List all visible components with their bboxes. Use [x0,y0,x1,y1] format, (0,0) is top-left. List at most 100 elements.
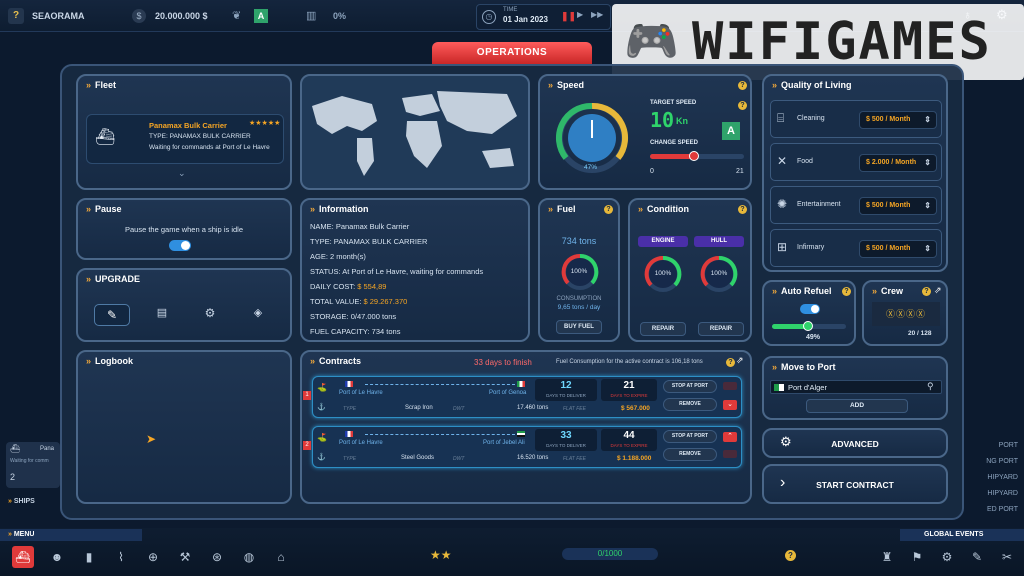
quality-title: » Quality of Living [772,80,852,90]
map-australia [482,148,514,168]
pencil-icon[interactable]: ✎ [94,304,130,326]
side-port-item[interactable]: PORT [968,442,1018,458]
tools-menu-icon[interactable]: ✂ [996,546,1018,568]
world-map [312,91,517,176]
help-button[interactable]: ? [8,8,24,24]
cleaning-icon: ⌸ [777,111,785,125]
speed-panel: » Speed ? 47% TARGET SPEED ? 10 Kn A CHAN… [538,74,752,190]
speed-2-button[interactable]: ▶▶ [591,10,603,19]
contract-number: 2 [303,441,311,450]
move-up-button[interactable]: ⌃ [723,432,737,442]
blueprint-icon[interactable]: ▤ [150,306,174,326]
port-search-input[interactable]: Port d'Alger ⚲ [770,380,942,394]
globe-icon[interactable]: ⊕ [142,546,164,568]
quality-row-cleaning: ⌸ Cleaning $ 500 / Month ⇕ [770,100,942,138]
information-panel: » Information NAME: Panamax Bulk Carrier … [300,198,530,342]
speed-slider-handle[interactable] [689,151,700,161]
auto-refuel-slider[interactable] [772,321,846,331]
days-to-finish: 33 days to finish [474,358,532,367]
flag-algeria-icon [774,384,784,391]
repair-hull-button[interactable]: REPAIR [698,322,744,336]
edit-menu-icon[interactable]: ✎ [966,546,988,568]
ships-section[interactable]: » SHIPS [8,498,35,505]
side-port-item[interactable]: HIPYARD [968,490,1018,506]
people-icon[interactable]: ☻ [46,546,68,568]
stats-menu-icon[interactable]: ⚑ [906,546,928,568]
cleaning-budget-select[interactable]: $ 500 / Month ⇕ [859,111,937,129]
move-down-button[interactable] [723,450,737,458]
buy-fuel-button[interactable]: BUY FUEL [556,320,602,334]
advanced-button[interactable]: ⚙ ADVANCED [762,428,948,458]
world-map-panel[interactable] [300,74,530,190]
crew-help-icon[interactable]: ? [922,287,931,296]
contracts-help-icon[interactable]: ? [726,358,735,367]
engine-gear-icon[interactable]: ⚙ [198,306,222,326]
factory-icon[interactable]: ⚒ [174,546,196,568]
side-port-item[interactable]: ED PORT [968,506,1018,522]
add-port-button[interactable]: ADD [806,399,908,413]
move-up-button[interactable] [723,382,737,390]
fee-label: FLAT FEE [563,406,586,412]
expire-box: 44 DAYS TO EXPIRE [601,429,657,451]
contracts-external-link-icon[interactable]: ⇗ [736,355,744,366]
contract-card-2[interactable]: 2 ⛳ Port of Le Havre Port of Jebel Ali 3… [303,426,742,468]
side-port-item[interactable]: NG PORT [968,458,1018,474]
remove-contract-button[interactable]: REMOVE [663,448,717,461]
menu-tab[interactable]: » MENU [0,529,142,541]
days-label: DAYS TO DELIVER [546,393,586,398]
speed-slider[interactable] [650,151,744,161]
contract-from: Port of Le Havre [339,390,383,396]
ship-menu-icon[interactable]: ⛴ [12,546,34,568]
world-icon[interactable]: ◍ [238,546,260,568]
settings-menu-icon[interactable]: ⚙ [936,546,958,568]
paint-bucket-icon[interactable]: ◈ [246,306,270,326]
port-search-value: Port d'Alger [788,383,827,392]
bank-icon[interactable]: ⌂ [270,546,292,568]
crew-menu-icon[interactable]: ♜ [876,546,898,568]
infirmary-budget-select[interactable]: $ 500 / Month ⇕ [859,240,937,258]
condition-panel: » Condition ? ENGINE HULL 100% 100% REPAI… [628,198,752,342]
side-port-item[interactable]: HIPYARD [968,474,1018,490]
days-box: 12 DAYS TO DELIVER [535,379,597,401]
crew-count: 20 / 128 [908,330,932,337]
progress-help-icon[interactable]: ? [785,550,796,561]
auto-refuel-toggle[interactable] [800,304,820,314]
speed-1-button[interactable]: ▶ [577,10,583,19]
fuel-help-icon[interactable]: ? [604,205,613,214]
global-events-tab[interactable]: GLOBAL EVENTS [900,529,1024,541]
stop-at-port-button[interactable]: STOP AT PORT [663,380,717,393]
network-icon[interactable]: ⊛ [206,546,228,568]
chevron-down-icon[interactable]: ⌄ [178,168,186,179]
search-icon[interactable]: ⚲ [927,381,934,392]
auto-refuel-slider-handle[interactable] [803,321,814,331]
consumption-value: 9,65 tons / day [557,304,601,311]
fleet-ship-card[interactable]: ⛴ Panamax Bulk Carrier ★★★★★ TYPE: PANAM… [86,114,284,164]
side-ship-count: 2 [10,472,16,482]
pause-toggle[interactable] [169,240,191,251]
change-speed-label: CHANGE SPEED [650,140,699,146]
chart-icon[interactable]: ⌇ [110,546,132,568]
start-contract-button[interactable]: › START CONTRACT [762,464,948,504]
date-value: 01 Jan 2023 [503,15,548,24]
entertainment-budget-select[interactable]: $ 500 / Month ⇕ [859,197,937,215]
auto-refuel-panel: » Auto Refuel ? 49% [762,280,856,346]
auto-refuel-help-icon[interactable]: ? [842,287,851,296]
hull-percent: 100% [710,270,728,277]
operations-tab[interactable]: OPERATIONS [432,42,592,64]
stop-at-port-button[interactable]: STOP AT PORT [663,430,717,443]
external-link-icon[interactable]: ⇗ [934,285,942,296]
building-icon[interactable]: ▮ [78,546,100,568]
condition-help-icon[interactable]: ? [738,205,747,214]
auto-refuel-title: » Auto Refuel [772,286,832,296]
crew-members-icon: ⓍⓍⓍⓍ [872,302,940,326]
repair-engine-button[interactable]: REPAIR [640,322,686,336]
pause-time-button[interactable]: ❚❚ [561,11,576,22]
food-budget-select[interactable]: $ 2.000 / Month ⇕ [859,154,937,172]
move-down-button[interactable]: ⌄ [723,400,737,410]
target-speed-help-icon[interactable]: ? [738,101,747,110]
contract-card-1[interactable]: 1 ⛳ Port of Le Havre Port of Genoa 12 DA… [303,376,742,418]
side-ship-card[interactable]: ⛴ Pana Waiting for comm 2 [6,442,60,488]
remove-contract-button[interactable]: REMOVE [663,398,717,411]
speed-help-icon[interactable]: ? [738,81,747,90]
food-icon: ✕ [777,154,788,168]
